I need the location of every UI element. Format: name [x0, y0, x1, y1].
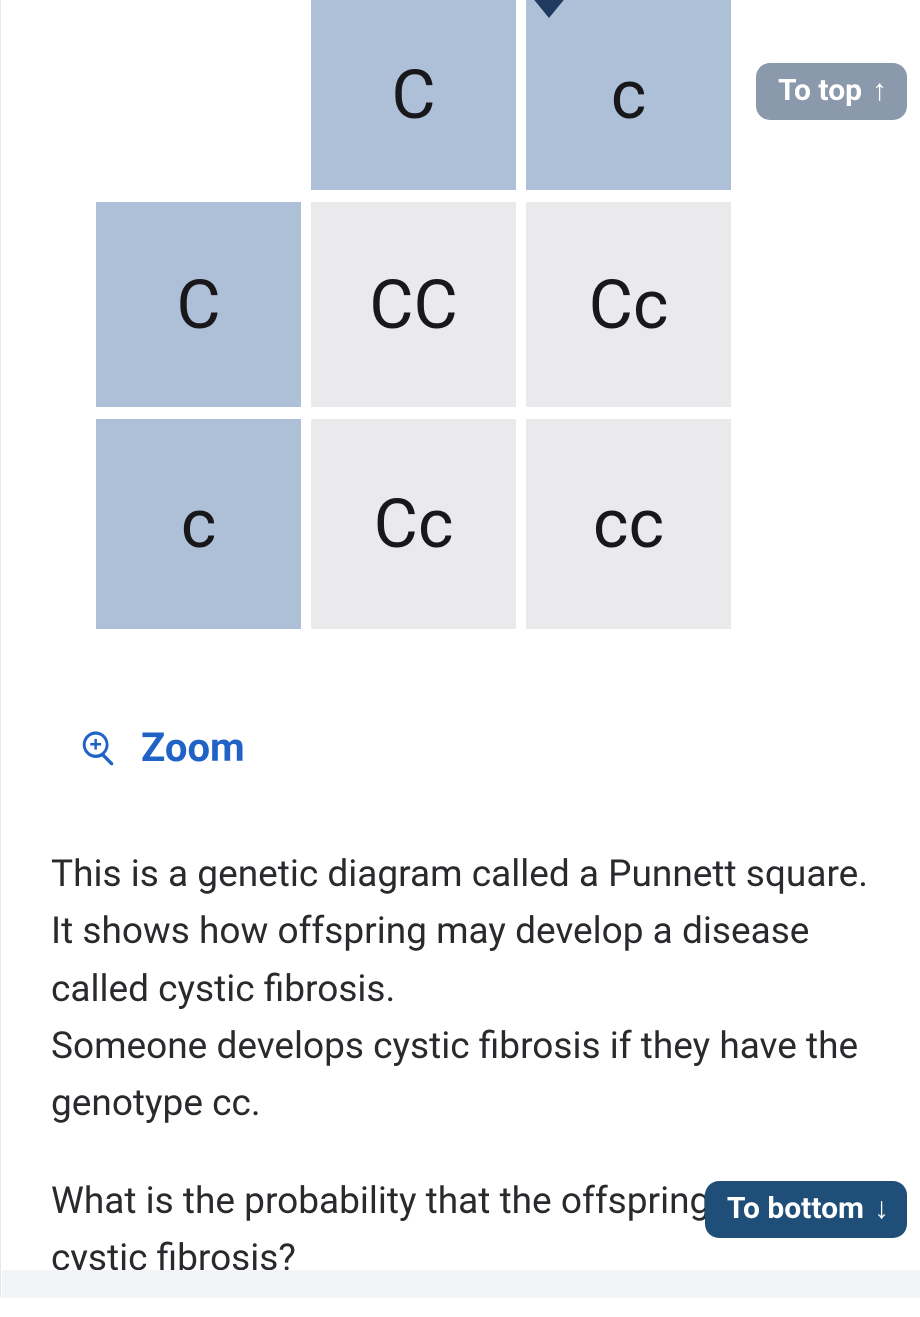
- bottom-divider: [2, 1270, 920, 1298]
- punnett-cell: CC: [311, 202, 516, 407]
- pointer-down-icon: [531, 0, 567, 18]
- to-top-label: To top: [778, 73, 862, 108]
- zoom-button[interactable]: Zoom: [79, 724, 870, 771]
- punnett-blank-corner: [96, 0, 301, 190]
- to-top-button[interactable]: To top ↑: [756, 63, 907, 120]
- punnett-row-header: C: [96, 202, 301, 407]
- to-bottom-button[interactable]: To bottom ↓: [705, 1181, 907, 1238]
- punnett-cell: Cc: [526, 202, 731, 407]
- arrow-up-icon: ↑: [872, 76, 887, 106]
- paragraph-text: Someone develops cystic fibrosis if they…: [51, 1025, 858, 1125]
- zoom-label: Zoom: [141, 724, 245, 771]
- punnett-col-header: c: [526, 0, 731, 190]
- paragraph-text: This is a genetic diagram called a Punne…: [51, 853, 868, 1011]
- punnett-square: C c C CC Cc c Cc cc: [96, 0, 746, 629]
- zoom-in-icon: [79, 728, 119, 768]
- punnett-col-header: C: [311, 0, 516, 190]
- to-bottom-label: To bottom: [727, 1191, 864, 1226]
- punnett-cell: cc: [526, 419, 731, 629]
- arrow-down-icon: ↓: [874, 1194, 889, 1224]
- punnett-cell: Cc: [311, 419, 516, 629]
- punnett-row-header: c: [96, 419, 301, 629]
